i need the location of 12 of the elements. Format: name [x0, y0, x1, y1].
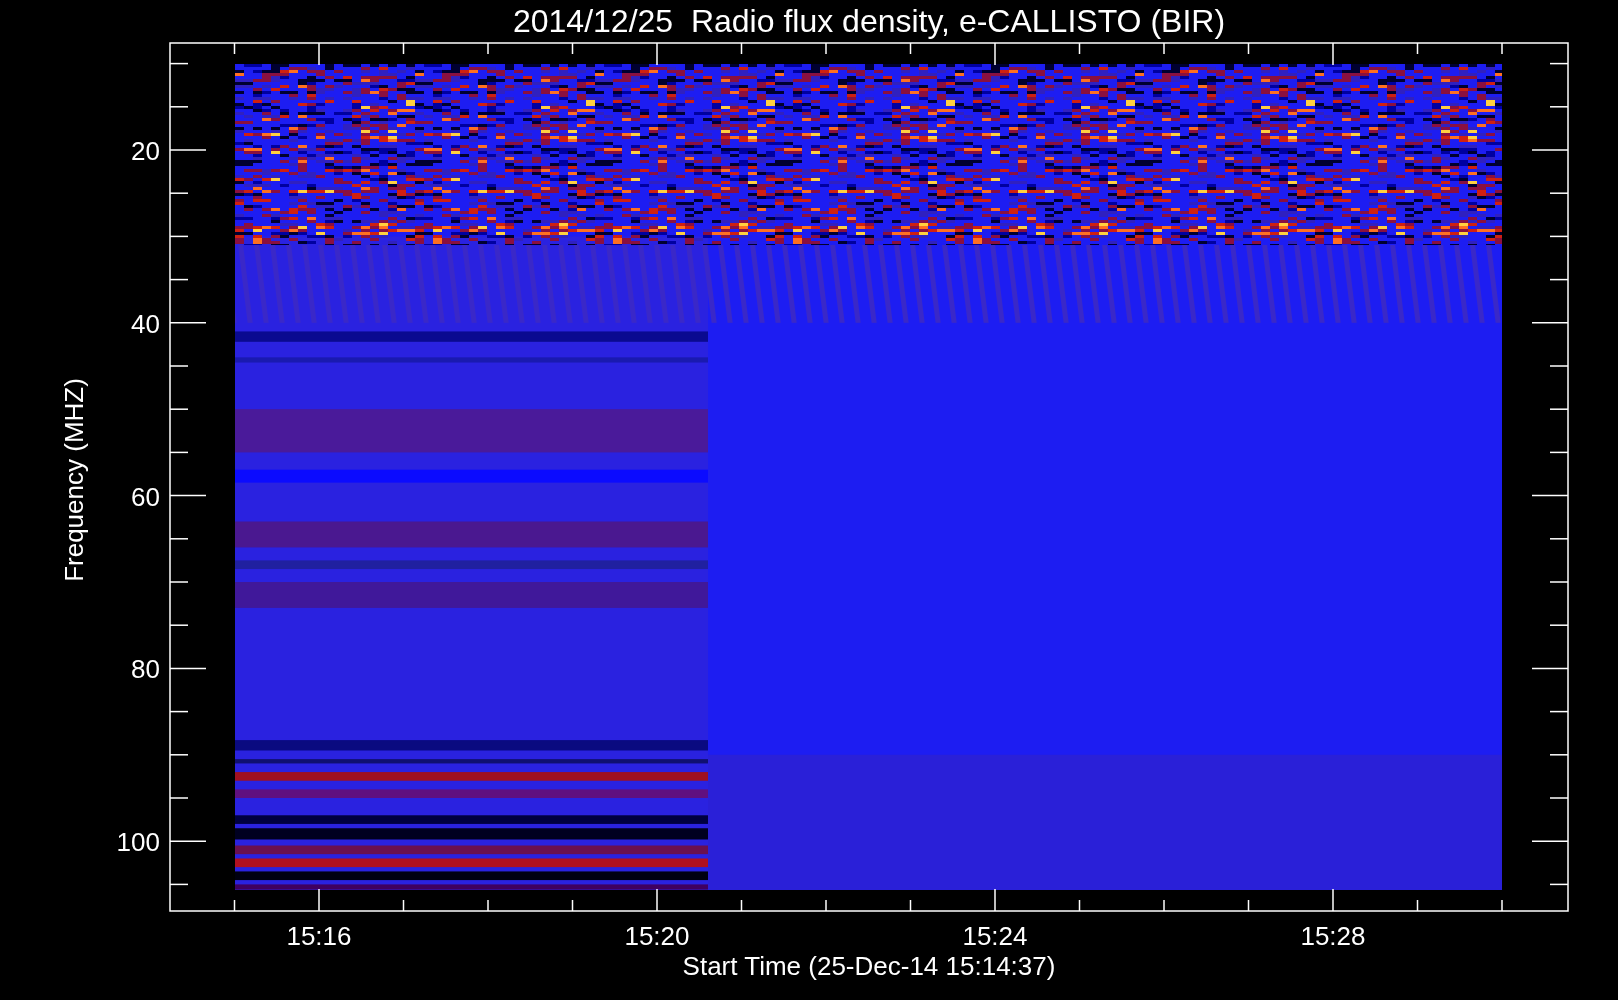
y-tick-label: 20: [131, 136, 160, 166]
x-tick-label: 15:16: [286, 921, 352, 951]
chart-title: 2014/12/25 Radio flux density, e-CALLISTO (BIR): [512, 3, 1226, 39]
y-axis-label: Frequency (MHZ): [59, 378, 89, 582]
y-tick-label: 60: [131, 481, 160, 512]
x-tick-label: 15:20: [624, 921, 690, 951]
y-tick-label: 80: [131, 654, 160, 685]
y-tick-label: 100: [116, 827, 160, 858]
x-axis-label: Start Time (25-Dec-14 15:14:37): [682, 951, 1056, 981]
x-tick-label: 15:24: [962, 921, 1028, 951]
y-tick-label: 40: [131, 308, 160, 339]
x-tick-label: 15:28: [1300, 921, 1366, 951]
